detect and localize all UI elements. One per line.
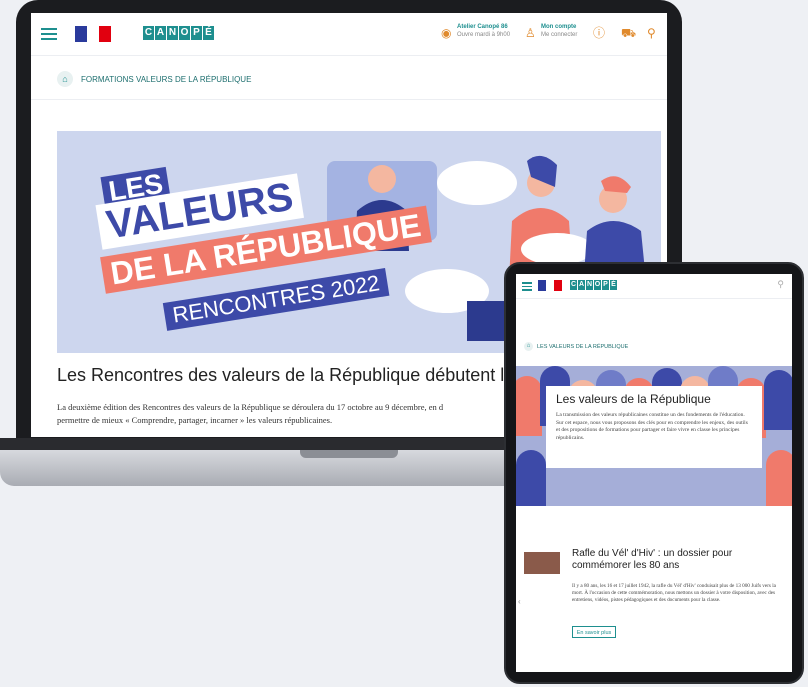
location-title: Atelier Canopé 86	[457, 24, 508, 30]
account-sub: Me connecter	[541, 32, 578, 38]
hero-card-text: La transmission des valeurs républicaine…	[556, 412, 748, 441]
article-text-line2: permettre de mieux « Comprendre, partage…	[57, 415, 333, 425]
account-title: Mon compte	[541, 24, 577, 30]
canope-logo[interactable]: CANOPÉ	[143, 26, 214, 40]
cart-icon[interactable]: ⛟	[621, 27, 636, 39]
read-more-button[interactable]: En savoir plus	[572, 626, 616, 638]
home-icon[interactable]: ⌂	[524, 342, 533, 351]
article-title[interactable]: Rafle du Vél' d'Hiv' : un dossier pour c…	[572, 548, 772, 572]
tablet-device: CANOPÉ ⚲ ⌂ LES VALEURS DE LA RÉPUBLIQUE …	[504, 262, 804, 684]
crowd-figure	[516, 450, 546, 506]
tablet-screen: CANOPÉ ⚲ ⌂ LES VALEURS DE LA RÉPUBLIQUE …	[516, 274, 792, 672]
breadcrumb: ⌂ LES VALEURS DE LA RÉPUBLIQUE	[524, 342, 628, 351]
article-thumbnail[interactable]	[524, 552, 560, 574]
laptop-notch	[300, 450, 398, 458]
article-text: La deuxième édition des Rencontres des v…	[57, 401, 537, 427]
breadcrumb-label[interactable]: FORMATIONS VALEURS DE LA RÉPUBLIQUE	[81, 75, 251, 84]
search-icon[interactable]: ⚲	[647, 27, 656, 39]
canope-logo[interactable]: CANOPÉ	[570, 280, 617, 290]
location-pin-icon: ◉	[441, 26, 452, 40]
user-icon: ♙	[525, 26, 536, 40]
divider	[31, 99, 667, 100]
article-text-line1: La deuxième édition des Rencontres des v…	[57, 402, 444, 412]
republique-francaise-logo	[75, 26, 111, 42]
account-link[interactable]: Mon compte Me connecter	[541, 23, 577, 39]
breadcrumb: ⌂ FORMATIONS VALEURS DE LA RÉPUBLIQUE	[57, 71, 251, 87]
hero-card: Les valeurs de la République La transmis…	[546, 386, 762, 468]
tablet-header: CANOPÉ ⚲	[516, 274, 792, 299]
breadcrumb-label[interactable]: LES VALEURS DE LA RÉPUBLIQUE	[537, 344, 628, 350]
crowd-figure	[516, 376, 542, 436]
menu-icon[interactable]	[522, 282, 532, 291]
crowd-figure	[766, 450, 792, 506]
menu-icon[interactable]	[41, 28, 57, 40]
article-text: Il y a 80 ans, les 16 et 17 juillet 1942…	[572, 583, 776, 603]
home-icon[interactable]: ⌂	[57, 71, 73, 87]
site-header: CANOPÉ ◉ Atelier Canopé 86 Ouvre mardi à…	[31, 13, 667, 56]
location-hours: Ouvre mardi à 9h00	[457, 32, 511, 38]
republique-francaise-logo	[538, 280, 562, 291]
help-icon[interactable]: ⓘ	[593, 27, 605, 39]
location-link[interactable]: Atelier Canopé 86 Ouvre mardi à 9h00	[457, 23, 510, 39]
carousel-prev-icon[interactable]: ‹	[518, 597, 521, 606]
crowd-figure	[764, 370, 792, 430]
hero-card-title: Les valeurs de la République	[556, 392, 711, 406]
search-icon[interactable]: ⚲	[777, 279, 784, 290]
